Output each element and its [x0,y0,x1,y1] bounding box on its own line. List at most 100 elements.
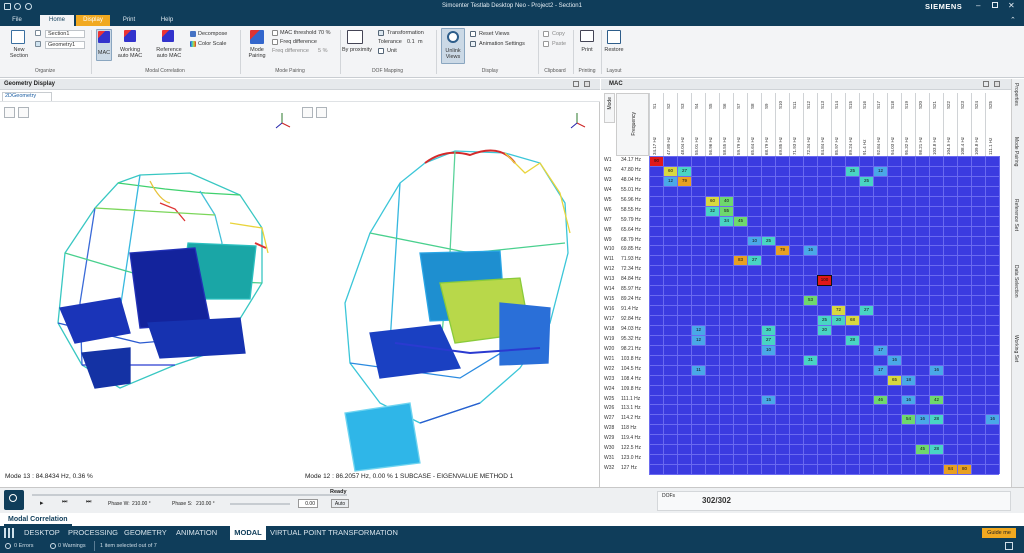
section-dropdown[interactable]: Section1 [45,30,85,38]
apps-grid-icon[interactable] [4,528,15,538]
errors-count[interactable]: 0 Errors [14,543,34,549]
mac-cell[interactable]: 28 [930,445,943,455]
mac-cell[interactable]: 68 [846,316,859,325]
mac-cell[interactable]: 28 [846,335,859,345]
freq-difference-checkbox[interactable] [272,39,278,45]
mac-cell[interactable]: 90 [650,157,663,166]
mac-cell[interactable]: 12 [874,166,887,176]
auto-button[interactable]: Auto [331,499,349,508]
collapse-ribbon-icon[interactable]: ⌃ [1010,16,1016,24]
mac-cell[interactable]: 30 [762,325,775,335]
phase-input[interactable]: 0.00 [298,499,318,508]
mac-cell[interactable]: 32 [706,206,719,216]
mac-cell[interactable]: 20 [832,316,845,325]
tab-modal[interactable]: MODAL [230,526,266,540]
mac-float-icon[interactable] [983,81,989,87]
guide-me-button[interactable]: Guide me [982,528,1016,538]
menu-tab-home[interactable]: Home [40,15,74,26]
mac-cell[interactable]: 84 [944,465,957,474]
mac-cell[interactable]: 12 [692,335,705,345]
phase-s-value[interactable]: 210.00 ° [196,501,215,507]
mac-cell[interactable]: 10 [762,345,775,355]
end-icon[interactable]: ⏭ [86,499,91,506]
play-icon[interactable]: ▸ [40,499,44,507]
mac-cell[interactable]: 25 [818,316,831,325]
tab-2dgeometry[interactable]: 2DGeometry [2,92,52,101]
mac-matrix[interactable]: 90 60 27 25 12 12 79 25 60 40 32 55 34 45 10 25 79 16 83 27… [649,156,1000,475]
by-proximity-button[interactable]: By proximity [342,47,372,53]
mac-cell[interactable]: 25 [860,176,873,186]
tab-virtual-point-transformation[interactable]: VIRTUAL POINT TRANSFORMATION [270,526,410,540]
mac-cell[interactable]: 27 [762,335,775,345]
side-tab[interactable]: Data Selection [1013,265,1019,298]
unit-button[interactable]: Unit [387,48,397,54]
copy-button[interactable]: Copy [552,31,565,37]
mac-cell[interactable]: 28 [930,415,943,425]
step-icon[interactable]: ⏭ [62,499,67,506]
mac-cell[interactable]: 53 [804,296,817,306]
mac-maximize-icon[interactable] [994,81,1000,87]
mac-cell[interactable]: 79 [678,176,691,186]
geometry-dropdown[interactable]: Geometry1 [45,41,85,49]
mac-threshold-value[interactable]: 70 % [318,30,331,36]
mac-cell[interactable]: 55 [720,206,733,216]
zoom-tool-icon[interactable] [4,490,24,510]
mac-cell[interactable]: 46 [874,395,887,405]
mac-cell[interactable]: 16 [986,415,999,425]
mac-cell[interactable]: 27 [860,306,873,315]
mac-cell[interactable]: 54 [902,415,915,425]
transformation-button[interactable]: Transformation [387,30,424,36]
reset-views-button[interactable]: Reset Views [479,31,509,37]
mac-cell[interactable]: 45 [916,445,929,455]
tab-animation[interactable]: ANIMATION [176,526,228,540]
minimize-icon[interactable]: – [976,1,980,10]
status-layout-icon[interactable] [1005,542,1013,550]
mac-cell[interactable]: 45 [734,216,747,226]
mac-cell[interactable]: 40 [720,196,733,206]
mac-cell[interactable]: 12 [692,325,705,335]
menu-tab-display[interactable]: Display [76,15,110,26]
mac-cell[interactable]: 18 [902,375,915,385]
mac-cell[interactable]: 72 [832,306,845,315]
mac-threshold-checkbox[interactable] [272,30,278,36]
mac-cell[interactable]: 16 [930,365,943,375]
mac-cell[interactable]: 16 [888,355,901,365]
mac-cell[interactable]: 11 [692,365,705,375]
mac-cell[interactable]: 79 [776,246,789,256]
animation-settings-button[interactable]: Animation Settings [479,41,525,47]
mac-cell[interactable]: 16 [902,395,915,405]
restore-button[interactable]: Restore [602,47,626,53]
animation-progress[interactable] [32,494,347,496]
mac-cell[interactable]: 27 [748,256,761,266]
mac-cell[interactable]: 25 [762,236,775,246]
tab-processing[interactable]: PROCESSING [68,526,120,540]
mac-cell[interactable]: 17 [874,345,887,355]
tab-desktop[interactable]: DESKTOP [24,526,64,540]
mode-pairing-button[interactable]: Mode Pairing [245,47,269,59]
menu-tab-print[interactable]: Print [115,15,143,26]
mac-cell[interactable]: 27 [678,166,691,176]
mac-cell[interactable]: 60 [664,166,677,176]
side-tab[interactable]: Working Set [1013,335,1019,362]
working-auto-mac-button[interactable]: Working auto MAC [116,47,144,59]
reference-auto-mac-button[interactable]: Reference auto MAC [153,47,185,59]
mac-cell[interactable]: 80 [958,465,971,474]
mac-cell[interactable]: 34 [720,216,733,226]
mac-cell[interactable]: 10 [748,236,761,246]
unlink-views-button[interactable]: Unlink Views [441,48,465,60]
warnings-count[interactable]: 0 Warnings [58,543,86,549]
mac-cell[interactable]: 15 [762,395,775,405]
mac-cell[interactable]: 17 [874,365,887,375]
new-section-icon[interactable] [11,30,25,44]
decompose-button[interactable]: Decompose [198,31,227,37]
close-icon[interactable]: ✕ [1008,1,1015,10]
mac-cell[interactable]: 83 [734,256,747,266]
mac-cell[interactable]: 12 [664,176,677,186]
mac-cell[interactable]: 60 [706,196,719,206]
freq-difference-tolerance-value[interactable]: 5 % [318,48,327,54]
menu-tab-help[interactable]: Help [153,15,181,26]
phase-slider[interactable] [230,503,290,505]
geometry-render-area[interactable] [0,103,600,473]
mac-button[interactable]: MAC [96,50,112,56]
menu-tab-file[interactable]: File [6,15,28,26]
